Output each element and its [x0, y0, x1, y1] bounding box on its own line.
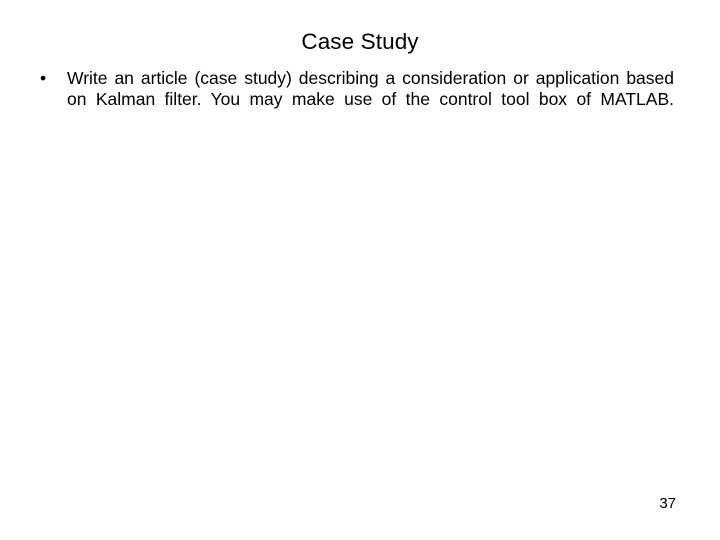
- slide-canvas: Case Study • Write an article (case stud…: [0, 0, 720, 540]
- page-title: Case Study: [301, 29, 419, 54]
- list-item: • Write an article (case study) describi…: [36, 68, 674, 130]
- slide-body: • Write an article (case study) describi…: [36, 68, 674, 130]
- bullet-text: Write an article (case study) describing…: [67, 68, 674, 109]
- bullet-icon: •: [40, 68, 47, 88]
- page-number: 37: [659, 495, 676, 512]
